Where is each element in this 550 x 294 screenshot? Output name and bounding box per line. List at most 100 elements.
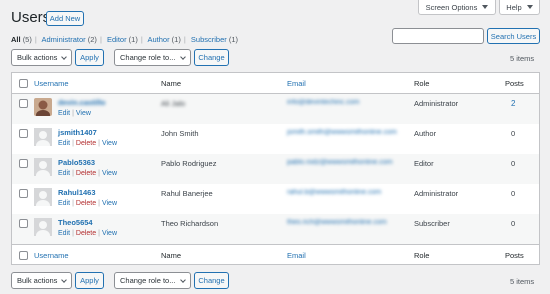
column-role: Role: [414, 251, 430, 260]
search-users-button[interactable]: Search Users: [487, 28, 540, 44]
filter-editor-count: (1): [128, 35, 138, 44]
chevron-down-icon: [61, 276, 67, 283]
add-new-button[interactable]: Add New: [46, 11, 84, 26]
row-checkbox[interactable]: [19, 129, 28, 138]
screen-options-tab[interactable]: Screen Options: [418, 0, 496, 15]
filter-subscriber[interactable]: Subscriber: [191, 35, 227, 44]
table-row: devin.castillo Edit | View Ali Jalo info@d…: [12, 94, 539, 124]
avatar: [34, 98, 52, 116]
column-username[interactable]: Username: [34, 251, 69, 260]
change-role-value: Change role to...: [120, 53, 176, 62]
items-count-bottom: 5 items: [510, 277, 535, 286]
view-link[interactable]: View: [102, 170, 117, 177]
view-link[interactable]: View: [102, 200, 117, 207]
table-row: Pablo5363 Edit | Delete | View Pablo Rodrigu…: [12, 154, 539, 184]
user-email[interactable]: rahul.b@wwwsmithonline.com: [287, 189, 381, 196]
avatar: [34, 128, 52, 146]
table-footer: Username Name Email Role Posts: [12, 244, 539, 265]
avatar: [34, 188, 52, 206]
bulk-actions-value: Bulk actions: [17, 276, 58, 285]
users-table: Username Name Email Role Posts devin.cas…: [11, 72, 540, 265]
filter-editor[interactable]: Editor: [107, 35, 127, 44]
change-role-select[interactable]: Change role to...: [114, 49, 191, 66]
view-link[interactable]: View: [102, 230, 117, 237]
column-email[interactable]: Email: [287, 79, 306, 88]
user-role: Editor: [414, 159, 434, 168]
row-checkbox[interactable]: [19, 159, 28, 168]
user-email[interactable]: jsmith.smith@wwwsmithonline.com: [287, 129, 397, 136]
screen-options-label: Screen Options: [425, 2, 478, 12]
search-input[interactable]: [392, 28, 484, 44]
row-actions: Edit | Delete | View: [58, 140, 117, 147]
user-email[interactable]: theo.rich@wwwsmithonline.com: [287, 219, 387, 226]
row-checkbox[interactable]: [19, 219, 28, 228]
user-role: Subscriber: [414, 219, 450, 228]
column-email[interactable]: Email: [287, 251, 306, 260]
user-posts-count: 0: [511, 129, 516, 138]
caret-down-icon: [526, 5, 533, 9]
row-actions: Edit | View: [58, 110, 91, 117]
row-checkbox[interactable]: [19, 99, 28, 108]
help-tab[interactable]: Help: [499, 0, 540, 15]
table-row: jsmith1407 Edit | Delete | View John Smith j…: [12, 124, 539, 154]
user-email[interactable]: info@devintechinc.com: [287, 99, 359, 106]
view-link[interactable]: View: [76, 110, 91, 117]
filter-author-count: (1): [171, 35, 181, 44]
select-all-checkbox[interactable]: [19, 79, 28, 88]
delete-link[interactable]: Delete: [76, 170, 96, 177]
avatar: [34, 218, 52, 236]
filter-administrator-count: (2): [87, 35, 97, 44]
apply-button-bottom[interactable]: Apply: [75, 272, 104, 289]
column-name: Name: [161, 79, 182, 88]
edit-link[interactable]: Edit: [58, 200, 70, 207]
column-role: Role: [414, 79, 430, 88]
username-link[interactable]: Rahul1463: [58, 188, 96, 197]
avatar: [34, 158, 52, 176]
view-link[interactable]: View: [102, 140, 117, 147]
delete-link[interactable]: Delete: [76, 140, 96, 147]
username-link[interactable]: jsmith1407: [58, 128, 97, 137]
table-row: Rahul1463 Edit | Delete | View Rahul Banerje…: [12, 184, 539, 214]
apply-button[interactable]: Apply: [75, 49, 104, 66]
edit-link[interactable]: Edit: [58, 110, 70, 117]
filter-administrator[interactable]: Administrator: [41, 35, 85, 44]
column-name: Name: [161, 251, 182, 260]
bulk-actions-value: Bulk actions: [17, 53, 58, 62]
edit-link[interactable]: Edit: [58, 140, 70, 147]
bulk-actions-select-bottom[interactable]: Bulk actions: [11, 272, 72, 289]
role-filters: All (5) | Administrator (2) | Editor (1) | …: [11, 35, 239, 44]
chevron-down-icon: [180, 276, 186, 283]
change-button[interactable]: Change: [194, 49, 229, 66]
filter-subscriber-count: (1): [228, 35, 239, 44]
page-title: Users: [11, 9, 51, 26]
username-link[interactable]: devin.castillo: [58, 98, 106, 107]
edit-link[interactable]: Edit: [58, 170, 70, 177]
row-actions: Edit | Delete | View: [58, 200, 117, 207]
chevron-down-icon: [180, 53, 186, 60]
username-link[interactable]: Pablo5363: [58, 158, 95, 167]
user-posts-count: 0: [511, 189, 516, 198]
bulk-actions-select[interactable]: Bulk actions: [11, 49, 72, 66]
row-checkbox[interactable]: [19, 189, 28, 198]
select-all-checkbox[interactable]: [19, 251, 28, 260]
table-header: Username Name Email Role Posts: [12, 73, 539, 94]
user-email[interactable]: pablo.rodz@wwwsmithonline.com: [287, 159, 393, 166]
filter-author[interactable]: Author: [147, 35, 169, 44]
user-posts-count[interactable]: 2: [511, 99, 515, 108]
user-role: Administrator: [414, 99, 459, 108]
filter-all-count: (5): [22, 35, 32, 44]
filter-all[interactable]: All: [11, 35, 21, 44]
username-link[interactable]: Theo5654: [58, 218, 93, 227]
user-name: Theo Richardson: [161, 219, 219, 228]
user-name: Rahul Banerjee: [161, 189, 213, 198]
delete-link[interactable]: Delete: [76, 230, 96, 237]
delete-link[interactable]: Delete: [76, 200, 96, 207]
user-name: John Smith: [161, 129, 199, 138]
table-row: Theo5654 Edit | Delete | View Theo Richardso…: [12, 214, 539, 244]
change-role-select-bottom[interactable]: Change role to...: [114, 272, 191, 289]
change-button-bottom[interactable]: Change: [194, 272, 229, 289]
row-actions: Edit | Delete | View: [58, 230, 117, 237]
column-username[interactable]: Username: [34, 79, 69, 88]
user-posts-count: 0: [511, 159, 516, 168]
edit-link[interactable]: Edit: [58, 230, 70, 237]
